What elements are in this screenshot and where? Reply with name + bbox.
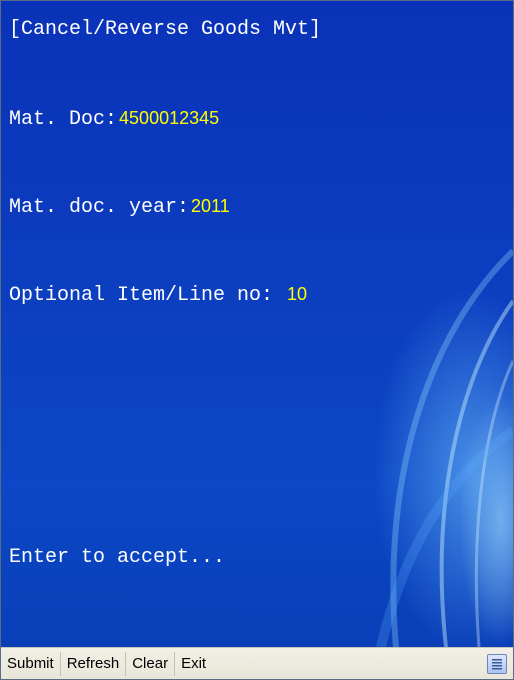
mat-doc-year-row: Mat. doc. year: 2011 (9, 195, 230, 219)
refresh-button[interactable]: Refresh (61, 652, 127, 676)
prompt-text: Enter to accept... (9, 546, 226, 569)
submit-button[interactable]: Submit (1, 652, 61, 676)
mat-doc-year-label: Mat. doc. year: (9, 196, 190, 219)
exit-button[interactable]: Exit (175, 652, 212, 676)
mat-doc-row: Mat. Doc: 4500012345 (9, 107, 219, 131)
clear-button[interactable]: Clear (126, 652, 176, 676)
item-line-row: Optional Item/Line no: 10 (9, 283, 307, 307)
mat-doc-year-input[interactable]: 2011 (191, 196, 230, 216)
item-line-input[interactable]: 10 (287, 284, 307, 304)
mat-doc-label: Mat. Doc: (9, 108, 118, 131)
item-line-label: Optional Item/Line no: (9, 284, 274, 307)
keyboard-icon[interactable] (487, 654, 507, 674)
screen-title: [Cancel/Reverse Goods Mvt] (9, 18, 322, 41)
device-frame: [Cancel/Reverse Goods Mvt] Mat. Doc: 4500… (0, 0, 514, 680)
terminal-screen: [Cancel/Reverse Goods Mvt] Mat. Doc: 4500… (1, 1, 513, 647)
mat-doc-input[interactable]: 4500012345 (119, 108, 219, 128)
bottom-toolbar: Submit Refresh Clear Exit (1, 647, 513, 679)
